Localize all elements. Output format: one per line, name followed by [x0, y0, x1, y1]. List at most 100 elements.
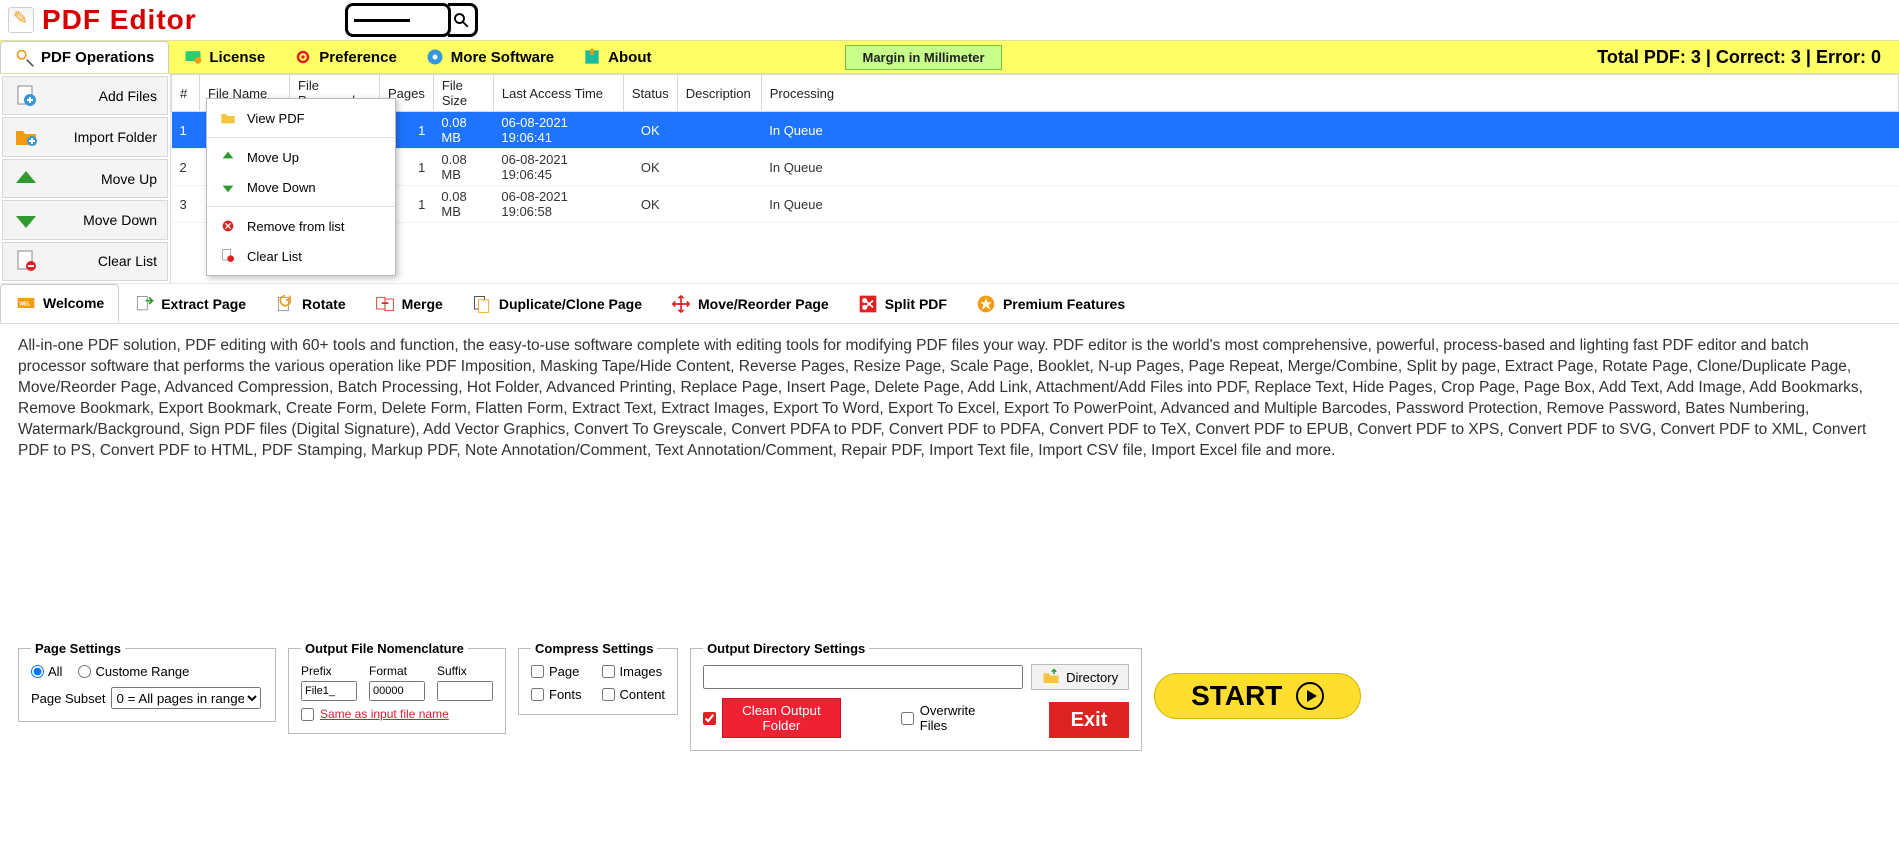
search-button[interactable]: [448, 3, 478, 37]
grid-row[interactable]: 2 1 0.08 MB 06-08-2021 19:06:45 OK In Qu…: [172, 149, 1899, 186]
welcome-description: All-in-one PDF solution, PDF editing wit…: [0, 324, 1899, 474]
menu-pdf-operations[interactable]: PDF Operations: [0, 41, 169, 73]
import-folder-button[interactable]: Import Folder: [2, 117, 168, 156]
tab-move-reorder[interactable]: Move/Reorder Page: [656, 284, 843, 323]
menu-more-software[interactable]: More Software: [411, 41, 568, 73]
tab-split[interactable]: Split PDF: [843, 284, 961, 323]
button-label: Directory: [1066, 670, 1118, 685]
radio-custom-range[interactable]: Custome Range: [78, 664, 189, 679]
radio-all[interactable]: All: [31, 664, 62, 679]
status-summary: Total PDF: 3 | Correct: 3 | Error: 0: [1597, 47, 1881, 68]
menu-label: PDF Operations: [41, 49, 154, 66]
search-area: [345, 3, 478, 37]
premium-icon: [975, 293, 997, 315]
title-bar: PDF Editor: [0, 0, 1899, 40]
start-button[interactable]: START: [1154, 673, 1361, 719]
add-files-button[interactable]: Add Files: [2, 76, 168, 115]
tab-merge[interactable]: Merge: [360, 284, 457, 323]
prefix-label: Prefix: [301, 664, 357, 678]
compress-settings-group: Compress Settings Page Images Fonts Cont…: [518, 641, 678, 715]
legend: Output File Nomenclature: [301, 641, 468, 656]
menu-license[interactable]: License: [169, 41, 279, 73]
button-label: Move Down: [83, 212, 157, 228]
page-settings-group: Page Settings All Custome Range Page Sub…: [18, 641, 276, 722]
output-directory-input[interactable]: [703, 665, 1023, 689]
legend: Output Directory Settings: [703, 641, 869, 656]
move-down-button[interactable]: Move Down: [2, 200, 168, 239]
tab-premium[interactable]: Premium Features: [961, 284, 1139, 323]
col-status[interactable]: Status: [623, 75, 677, 112]
button-label: Add Files: [99, 88, 157, 104]
output-nomenclature-group: Output File Nomenclature Prefix Format S…: [288, 641, 506, 734]
menu-label: License: [209, 49, 265, 66]
col-description[interactable]: Description: [677, 75, 761, 112]
disc-icon: [425, 47, 445, 67]
merge-icon: [374, 293, 396, 315]
ctx-move-up[interactable]: Move Up: [207, 142, 395, 172]
tab-label: Welcome: [43, 295, 104, 311]
grid-row[interactable]: 3 1 0.08 MB 06-08-2021 19:06:58 OK In Qu…: [172, 186, 1899, 223]
play-icon: [1296, 682, 1324, 710]
exit-button[interactable]: Exit: [1049, 702, 1129, 738]
rotate-icon: [274, 293, 296, 315]
same-label: Same as input file name: [320, 707, 449, 721]
arrow-down-icon: [13, 207, 39, 233]
license-icon: [183, 47, 203, 67]
overwrite-files-checkbox[interactable]: Overwrite Files: [901, 703, 989, 733]
grid-row[interactable]: 1 1 0.08 MB 06-08-2021 19:06:41 OK In Qu…: [172, 112, 1899, 149]
directory-browse-button[interactable]: Directory: [1031, 664, 1129, 690]
welcome-icon: WEL: [15, 292, 37, 314]
ctx-label: Clear List: [247, 249, 302, 264]
menu-preference[interactable]: Preference: [279, 41, 411, 73]
search-input[interactable]: [345, 3, 451, 37]
button-label: START: [1191, 680, 1282, 712]
same-as-input-checkbox[interactable]: [301, 708, 314, 721]
ctx-view-pdf[interactable]: View PDF: [207, 103, 395, 133]
suffix-input[interactable]: [437, 681, 493, 701]
clear-list-button[interactable]: Clear List: [2, 242, 168, 281]
clean-output-button[interactable]: Clean Output Folder: [722, 698, 841, 738]
move-up-button[interactable]: Move Up: [2, 159, 168, 198]
arrow-down-icon: [219, 178, 237, 196]
separator: [207, 137, 395, 138]
compress-page-checkbox[interactable]: Page: [531, 664, 582, 679]
file-grid[interactable]: # File Name File Password Pages File Siz…: [170, 74, 1899, 283]
page-subset-select[interactable]: 0 = All pages in range: [111, 687, 261, 709]
ctx-clear[interactable]: Clear List: [207, 241, 395, 271]
tab-rotate[interactable]: Rotate: [260, 284, 360, 323]
col-filesize[interactable]: File Size: [433, 75, 493, 112]
tab-duplicate[interactable]: Duplicate/Clone Page: [457, 284, 656, 323]
split-icon: [857, 293, 879, 315]
ctx-label: Remove from list: [247, 219, 345, 234]
add-file-icon: [13, 83, 39, 109]
feature-tabstrip: WEL Welcome Extract Page Rotate Merge Du…: [0, 284, 1899, 324]
folder-plus-icon: [13, 124, 39, 150]
menu-about[interactable]: About: [568, 41, 665, 73]
col-lastaccess[interactable]: Last Access Time: [493, 75, 623, 112]
clear-icon: [219, 247, 237, 265]
tab-label: Move/Reorder Page: [698, 296, 829, 312]
col-num[interactable]: #: [172, 75, 200, 112]
menu-label: Preference: [319, 49, 397, 66]
about-icon: [582, 47, 602, 67]
ctx-move-down[interactable]: Move Down: [207, 172, 395, 202]
compress-images-checkbox[interactable]: Images: [602, 664, 666, 679]
compress-content-checkbox[interactable]: Content: [602, 687, 666, 702]
button-label: Import Folder: [74, 129, 157, 145]
tab-extract-page[interactable]: Extract Page: [119, 284, 260, 323]
compress-fonts-checkbox[interactable]: Fonts: [531, 687, 582, 702]
duplicate-icon: [471, 293, 493, 315]
work-area: Add Files Import Folder Move Up Move Dow…: [0, 74, 1899, 284]
button-label: Clear List: [98, 253, 157, 269]
format-input[interactable]: [369, 681, 425, 701]
tab-welcome[interactable]: WEL Welcome: [0, 284, 119, 323]
col-processing[interactable]: Processing: [761, 75, 1898, 112]
prefix-input[interactable]: [301, 681, 357, 701]
arrow-up-icon: [219, 148, 237, 166]
folder-up-icon: [1042, 668, 1060, 686]
clean-output-checkbox[interactable]: [703, 712, 716, 725]
button-label: Move Up: [101, 171, 157, 187]
tab-label: Merge: [402, 296, 443, 312]
ctx-remove[interactable]: Remove from list: [207, 211, 395, 241]
sidebar: Add Files Import Folder Move Up Move Dow…: [0, 74, 170, 283]
